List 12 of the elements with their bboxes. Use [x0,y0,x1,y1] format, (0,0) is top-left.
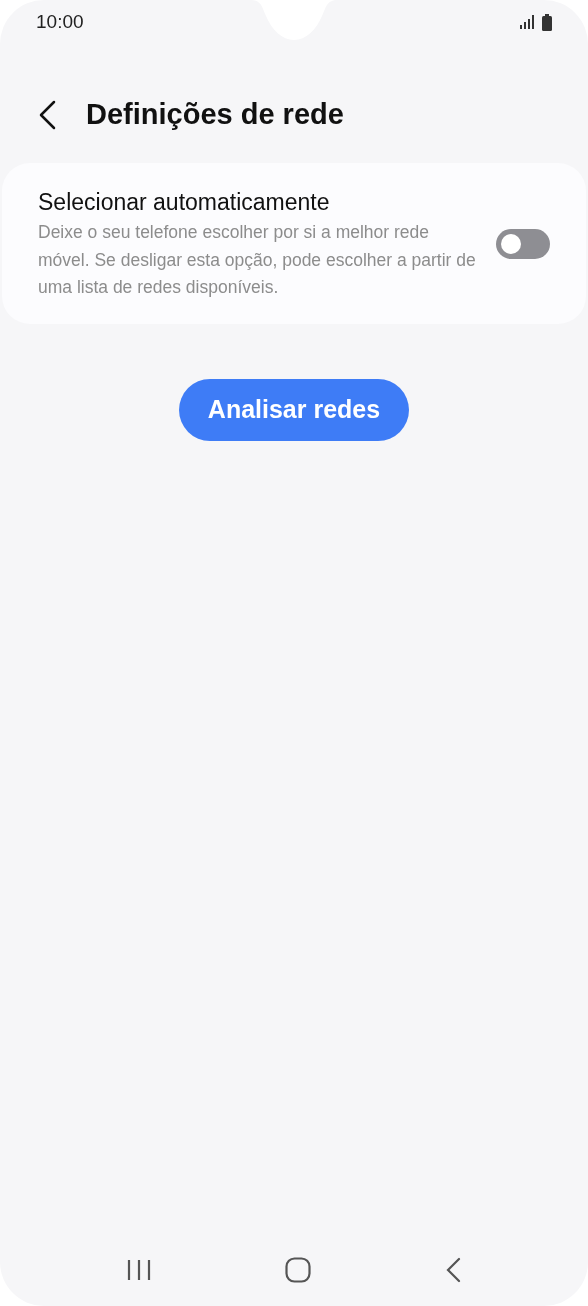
back-icon[interactable] [445,1257,461,1283]
back-icon [38,100,56,130]
page-title: Definições de rede [86,97,344,133]
home-icon[interactable] [285,1257,311,1283]
battery-icon [542,13,552,31]
toggle-switch[interactable] [496,229,550,260]
signal-icon [520,15,536,29]
setting-description: Deixe o seu telefone escolher por si a melhor rede móvel. Se desligar esta opção, pode escolher a partir de uma lista de redes disponíveis. [38,221,476,299]
scan-networks-button[interactable]: Analisar redes [179,378,409,441]
setting-title: Selecionar automaticamente [38,188,331,217]
status-time: 10:00 [36,9,84,34]
recents-icon[interactable] [127,1259,151,1281]
